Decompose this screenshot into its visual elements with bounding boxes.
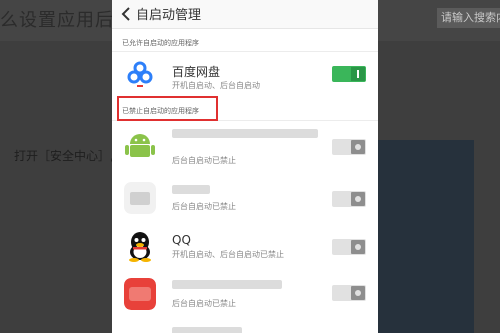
app-status: 开机自启动、后台自启动已禁止 — [172, 250, 284, 259]
header-bar: 自启动管理 — [112, 0, 378, 29]
next-item-obscured — [172, 327, 242, 333]
divider — [112, 51, 378, 52]
toggle-knob — [351, 286, 365, 300]
app-name-obscured — [172, 280, 282, 289]
background-search-input[interactable]: 请输入搜索内 — [437, 8, 500, 28]
android-app-icon — [125, 134, 155, 157]
app-name-obscured — [172, 129, 318, 138]
toggle-knob — [351, 192, 365, 206]
background-page-title: 么设置应用后 — [0, 10, 114, 31]
app-icon — [124, 182, 156, 214]
app-name-obscured — [172, 185, 210, 194]
page-title: 自启动管理 — [136, 8, 202, 23]
autostart-toggle-android-app[interactable] — [332, 139, 366, 155]
back-arrow-icon[interactable] — [118, 4, 134, 24]
app-status: 后台自启动已禁止 — [172, 156, 236, 165]
autostart-toggle-baidu-netdisk[interactable] — [332, 66, 366, 82]
toggle-knob — [351, 67, 365, 81]
autostart-toggle-red-app[interactable] — [332, 285, 366, 301]
annotation-highlight-box — [117, 96, 218, 121]
app-status: 开机自启动、后台自启动 — [172, 81, 260, 90]
background-step-text: 打开［安全中心］, — [14, 149, 114, 163]
autostart-toggle-obscured-app[interactable] — [332, 191, 366, 207]
toggle-knob — [351, 140, 365, 154]
background-screenshot-image — [378, 140, 474, 333]
toggle-knob — [351, 240, 365, 254]
app-name: 百度网盘 — [172, 65, 221, 79]
app-name: QQ — [172, 233, 191, 247]
baidu-netdisk-app-icon — [124, 58, 156, 90]
app-status: 后台自启动已禁止 — [172, 202, 236, 211]
autostart-manager-panel: 自启动管理 已允许自启动的应用程序 百度网盘 开机自启动、后台自启动 已禁止自启… — [112, 0, 378, 333]
allowed-section-label: 已允许自启动的应用程序 — [122, 39, 199, 47]
app-status: 后台自启动已禁止 — [172, 299, 236, 308]
app-icon — [124, 278, 156, 310]
qq-penguin-icon — [129, 232, 151, 262]
autostart-toggle-qq[interactable] — [332, 239, 366, 255]
